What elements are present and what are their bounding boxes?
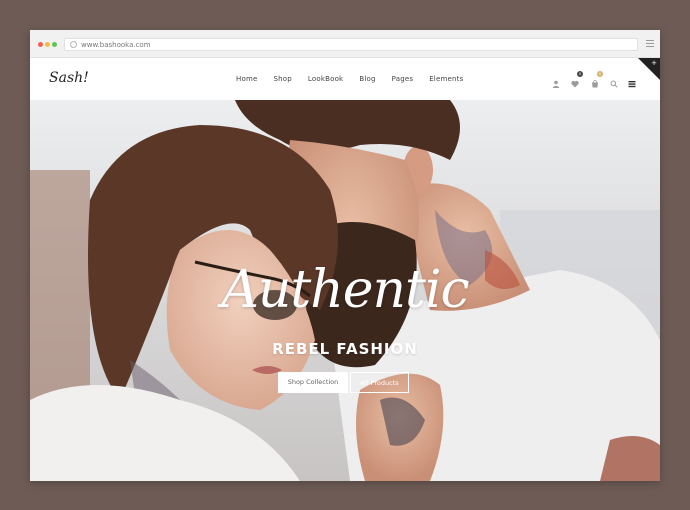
browser-menu-icon[interactable] — [646, 40, 654, 48]
search-icon[interactable] — [610, 75, 618, 88]
hero-subheadline: REBEL FASHION — [272, 340, 418, 358]
shop-collection-button[interactable]: Shop Collection — [278, 372, 348, 393]
all-products-button[interactable]: All Products — [350, 372, 409, 393]
site-logo[interactable]: Sash! — [49, 70, 89, 86]
browser-window: www.bashooka.com Sash! Home Shop LookBoo… — [30, 30, 660, 481]
plus-icon[interactable]: + — [651, 59, 657, 67]
cart-badge: 0 — [597, 71, 603, 77]
url-text: www.bashooka.com — [81, 41, 151, 49]
hero-banner: Authentic REBEL FASHION Shop Collection … — [30, 100, 660, 481]
main-menu: Home Shop LookBook Blog Pages Elements — [236, 58, 479, 100]
maximize-window-icon[interactable] — [52, 42, 57, 47]
nav-shop[interactable]: Shop — [273, 75, 291, 83]
browser-chrome: www.bashooka.com — [30, 30, 660, 58]
globe-icon — [70, 41, 77, 48]
menu-grid-icon[interactable] — [628, 75, 636, 88]
wishlist-badge: 0 — [577, 71, 583, 77]
user-icon[interactable] — [552, 75, 560, 88]
close-window-icon[interactable] — [38, 42, 43, 47]
nav-pages[interactable]: Pages — [392, 75, 414, 83]
minimize-window-icon[interactable] — [45, 42, 50, 47]
heart-icon[interactable]: 0 — [571, 71, 583, 88]
nav-lookbook[interactable]: LookBook — [308, 75, 343, 83]
cart-icon[interactable]: 0 — [591, 71, 603, 88]
nav-blog[interactable]: Blog — [359, 75, 375, 83]
hero-headline: Authentic — [221, 260, 469, 320]
nav-home[interactable]: Home — [236, 75, 257, 83]
address-bar[interactable]: www.bashooka.com — [64, 38, 638, 51]
nav-elements[interactable]: Elements — [429, 75, 463, 83]
site-header: Sash! Home Shop LookBook Blog Pages Elem… — [30, 58, 660, 100]
